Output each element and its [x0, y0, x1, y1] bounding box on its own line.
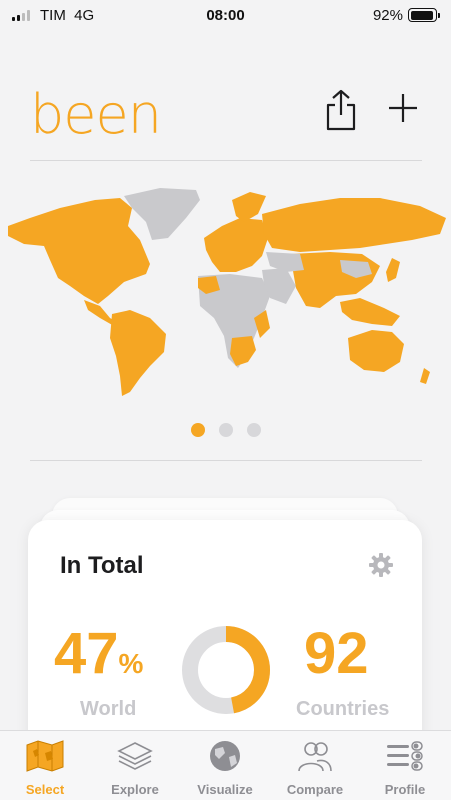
- battery-percent: 92%: [372, 7, 403, 24]
- battery-icon: [408, 8, 440, 22]
- page-dot-1[interactable]: [190, 423, 205, 437]
- map-africa-visited-south[interactable]: [230, 336, 256, 366]
- tab-explore[interactable]: Explore: [90, 731, 180, 800]
- map-southeast-asia[interactable]: [340, 298, 400, 326]
- tab-compare-label: Compare: [286, 782, 344, 797]
- app-logo: been: [30, 83, 162, 146]
- map-north-america[interactable]: [8, 198, 150, 304]
- plus-icon: [389, 94, 417, 122]
- add-button[interactable]: [385, 90, 421, 126]
- tab-profile-label: Profile: [384, 782, 426, 797]
- share-button[interactable]: [322, 88, 360, 132]
- map-new-zealand[interactable]: [420, 368, 430, 384]
- tab-visualize[interactable]: Visualize: [180, 731, 270, 800]
- share-icon: [326, 89, 356, 131]
- tab-select-label: Select: [25, 782, 65, 797]
- tab-select[interactable]: Select: [0, 731, 90, 800]
- countries-label: Countries: [296, 698, 390, 720]
- map-divider: [30, 460, 422, 461]
- tab-profile[interactable]: Profile: [360, 731, 450, 800]
- header-divider: [30, 160, 422, 161]
- page-indicator[interactable]: [0, 423, 451, 437]
- globe-icon: [210, 741, 240, 771]
- settings-button[interactable]: [368, 552, 394, 578]
- map-central-asia[interactable]: [266, 252, 304, 272]
- world-label: World: [80, 698, 137, 720]
- world-map[interactable]: [0, 178, 451, 408]
- status-bar: TIM 4G 08:00 92%: [0, 0, 451, 32]
- countries-count-value: 92: [304, 621, 369, 686]
- tab-compare[interactable]: Compare: [270, 731, 360, 800]
- map-icon: [26, 740, 64, 772]
- world-percent-value: 47%: [54, 621, 144, 686]
- map-scandinavia[interactable]: [232, 192, 266, 222]
- tab-explore-label: Explore: [111, 782, 159, 797]
- stack-icon: [117, 742, 153, 770]
- map-south-america[interactable]: [110, 310, 166, 396]
- map-australia[interactable]: [348, 330, 404, 372]
- map-japan[interactable]: [386, 258, 400, 282]
- tab-visualize-label: Visualize: [197, 782, 253, 797]
- map-russia[interactable]: [262, 198, 446, 252]
- map-asia[interactable]: [290, 252, 380, 308]
- map-greenland[interactable]: [124, 188, 200, 240]
- tab-bar: Select Explore Visualize Compare Profile: [0, 730, 451, 800]
- page-dot-2[interactable]: [218, 423, 233, 437]
- percent-sign: %: [118, 648, 144, 679]
- gear-icon: [369, 553, 393, 577]
- page-dot-3[interactable]: [246, 423, 261, 437]
- card-title: In Total: [60, 552, 144, 579]
- world-progress-donut: [182, 626, 270, 714]
- profile-list-icon: [387, 741, 423, 771]
- map-europe[interactable]: [204, 218, 268, 272]
- people-icon: [298, 742, 332, 772]
